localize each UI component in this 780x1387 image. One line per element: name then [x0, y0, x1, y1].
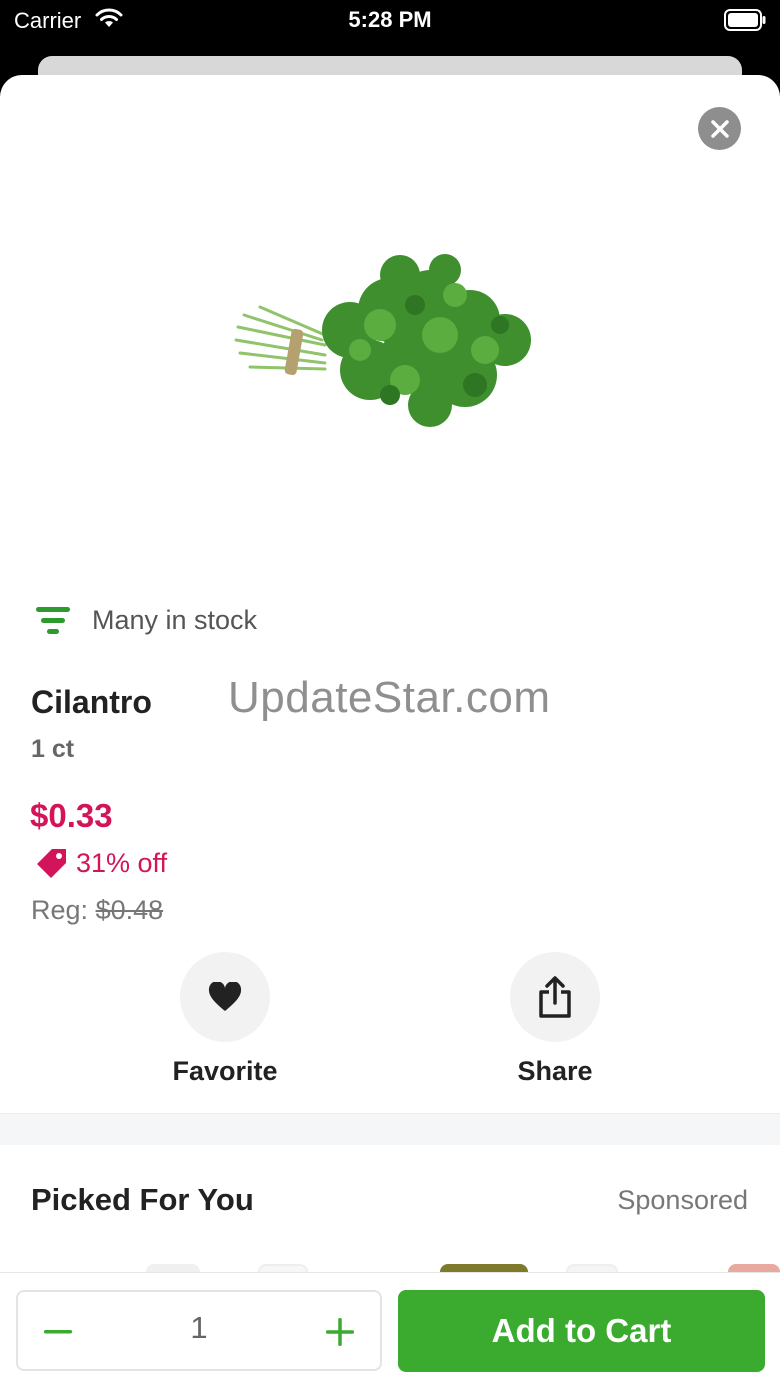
bottom-cart-bar: 1 Add to Cart: [0, 1272, 780, 1387]
product-image: [230, 245, 550, 445]
favorite-label: Favorite: [172, 1056, 278, 1086]
status-time: 5:28 PM: [348, 7, 432, 32]
heart-icon: [208, 982, 242, 1011]
quantity-value: 1: [190, 1310, 208, 1345]
discount-badge: 31% off: [36, 847, 167, 879]
price-tag-icon: [37, 849, 66, 878]
sponsored-label: Sponsored: [617, 1185, 748, 1215]
plus-icon: [326, 1318, 354, 1346]
stock-level-icon: [36, 606, 70, 634]
quantity-stepper: 1: [16, 1290, 382, 1371]
stock-status: Many in stock: [36, 605, 257, 636]
product-size: 1 ct: [31, 735, 75, 763]
add-to-cart-button[interactable]: Add to Cart: [398, 1290, 765, 1372]
close-button[interactable]: [698, 107, 741, 150]
reg-label: Reg:: [31, 895, 89, 925]
product-name: Cilantro: [31, 684, 152, 720]
share-button[interactable]: Share: [455, 952, 655, 1087]
minus-icon: [44, 1330, 72, 1334]
battery-icon: [724, 9, 766, 36]
picked-for-you-title: Picked For You: [31, 1182, 254, 1217]
increment-button[interactable]: [320, 1312, 360, 1352]
reg-price-value: $0.48: [95, 895, 164, 925]
share-icon: [539, 976, 571, 1018]
share-label: Share: [517, 1056, 593, 1086]
stock-label: Many in stock: [92, 605, 258, 635]
discount-label: 31% off: [76, 847, 168, 878]
close-icon: [710, 119, 729, 138]
watermark: UpdateStar.com: [228, 673, 551, 722]
status-bar: Carrier 5:28 PM: [0, 0, 780, 40]
favorite-circle[interactable]: [180, 952, 270, 1042]
section-divider: [0, 1113, 780, 1145]
regular-price: Reg: $0.48: [31, 895, 163, 926]
product-sheet: Many in stock UpdateStar.com Cilantro 1 …: [0, 75, 780, 1387]
favorite-button[interactable]: Favorite: [125, 952, 325, 1087]
share-circle[interactable]: [510, 952, 600, 1042]
product-price: $0.33: [30, 797, 113, 834]
decrement-button[interactable]: [38, 1312, 78, 1352]
